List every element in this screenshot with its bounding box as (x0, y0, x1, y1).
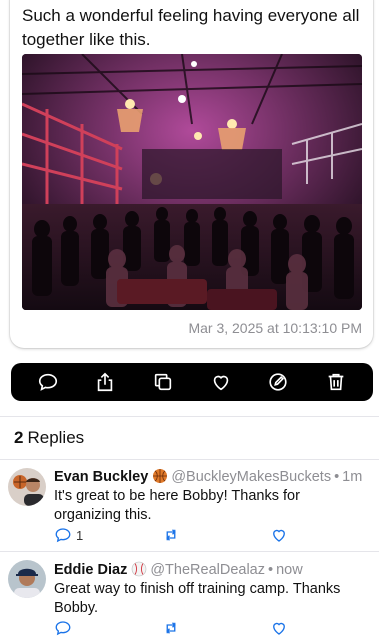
reply-actions (54, 619, 314, 639)
copy-icon (154, 373, 172, 391)
like-button[interactable] (203, 364, 239, 400)
heart-icon (273, 622, 285, 635)
avatar-image (8, 560, 46, 598)
divider (0, 416, 379, 417)
pencil-circle-icon (269, 373, 288, 391)
author-name[interactable]: Eddie Diaz (54, 562, 127, 578)
reply-item[interactable]: Evan Buckley @BuckleyMakesBuckets • 1m It's… (0, 460, 379, 551)
reply-text: It's great to be here Bobby! Thanks for … (54, 488, 300, 523)
share-icon (98, 372, 113, 392)
trash-icon (328, 373, 344, 391)
repost-icon (166, 529, 176, 541)
repost-button[interactable] (162, 619, 180, 637)
speech-bubble-icon (38, 373, 57, 391)
reply-comment-count: 1 (76, 527, 84, 543)
reply-text: Great way to finish off training camp. T… (54, 581, 341, 616)
edit-button[interactable] (260, 364, 296, 400)
delete-button[interactable] (318, 364, 354, 400)
avatar[interactable] (8, 560, 46, 598)
avatar[interactable] (8, 468, 46, 506)
avatar-image (8, 468, 46, 506)
reply-comment-button[interactable]: 1 (54, 526, 83, 544)
author-handle[interactable]: @BuckleyMakesBuckets (171, 469, 331, 485)
separator-dot: • (334, 469, 340, 485)
reply-like-button[interactable] (270, 526, 288, 544)
reply-time: 1m (342, 469, 363, 485)
event-photo-image (22, 54, 362, 310)
post-timestamp: Mar 3, 2025 at 10:13:10 PM (188, 320, 362, 336)
basketball-icon (153, 469, 168, 483)
reply-header: Eddie Diaz @TheRealDealaz • now (54, 561, 303, 578)
author-name[interactable]: Evan Buckley (54, 469, 148, 485)
share-button[interactable] (87, 364, 123, 400)
repost-button[interactable] (162, 526, 180, 544)
reply-actions: 1 (54, 526, 314, 546)
replies-label: Replies (27, 428, 85, 447)
post-action-bar (11, 363, 373, 401)
reply-time: now (276, 562, 303, 578)
speech-bubble-icon (55, 528, 71, 543)
post-card: Such a wonderful feeling having everyone… (10, 0, 373, 348)
copy-button[interactable] (145, 364, 181, 400)
reply-comment-button[interactable] (54, 619, 76, 637)
repost-icon (166, 622, 176, 634)
replies-header: 2 Replies (14, 428, 84, 448)
reply-like-button[interactable] (270, 619, 288, 637)
author-handle[interactable]: @TheRealDealaz (150, 562, 265, 578)
baseball-icon (132, 561, 147, 577)
post-photo[interactable] (22, 54, 362, 310)
post-text: Such a wonderful feeling having everyone… (22, 6, 360, 49)
separator-dot: • (268, 562, 274, 578)
speech-bubble-icon (55, 621, 71, 636)
reply-item[interactable]: Eddie Diaz @TheRealDealaz • now Great way t… (0, 552, 379, 640)
heart-icon (273, 529, 285, 542)
reply-button[interactable] (30, 364, 66, 400)
reply-header: Evan Buckley @BuckleyMakesBuckets • 1m (54, 468, 362, 485)
heart-icon (213, 375, 229, 391)
replies-count: 2 (14, 428, 24, 447)
